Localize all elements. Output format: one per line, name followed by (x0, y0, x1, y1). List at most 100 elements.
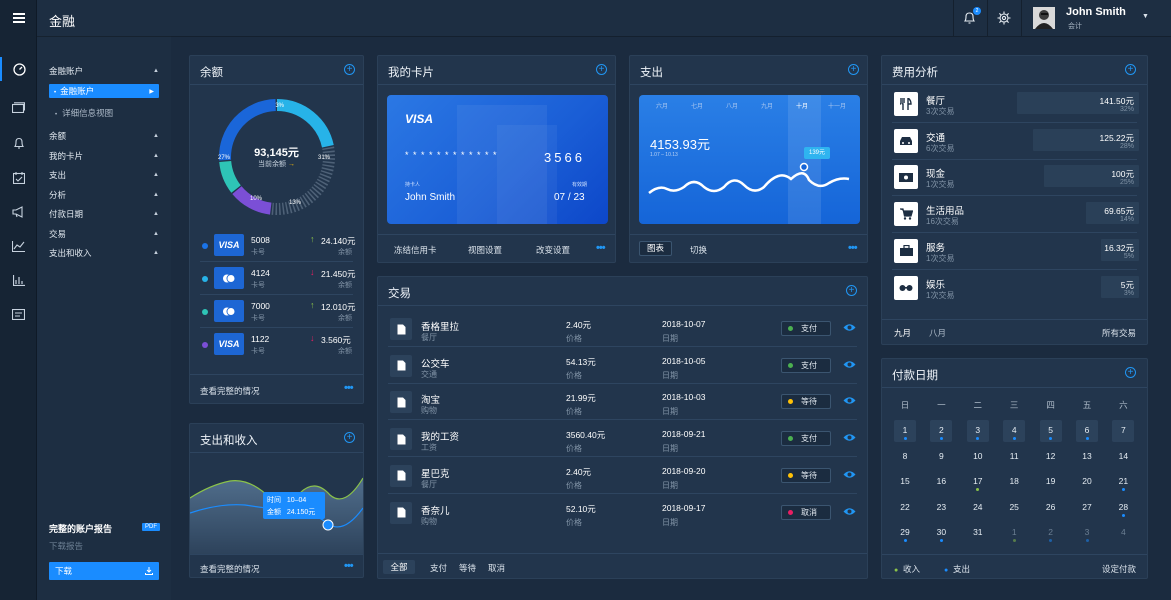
tab-august[interactable]: 八月 (929, 327, 946, 339)
calendar-day[interactable]: 20 (1076, 476, 1098, 486)
status-badge[interactable]: 等待 (781, 467, 831, 483)
income-more-icon[interactable]: ••• (344, 560, 354, 572)
eye-icon[interactable] (843, 507, 856, 518)
bar-chart-icon[interactable] (0, 268, 37, 292)
income-footer-link[interactable]: 查看完整的情况 (200, 563, 260, 575)
calendar-day[interactable]: 24 (967, 502, 989, 512)
set-payment-link[interactable]: 设定付款 (1102, 563, 1136, 575)
sidebar-subitem-accounts[interactable]: • 金融账户 ▶ (49, 84, 159, 98)
calendar-day[interactable]: 18 (1003, 476, 1025, 486)
spending-more-icon[interactable]: ••• (848, 242, 858, 254)
calendar-day[interactable]: 29 (894, 527, 916, 537)
month-label[interactable]: 八月 (717, 101, 747, 110)
balance-add-icon[interactable]: + (344, 64, 355, 75)
calendar-day[interactable]: 9 (930, 451, 952, 461)
calendar-day[interactable]: 6 (1076, 425, 1098, 435)
freeze-card-button[interactable]: 冻结信用卡 (394, 244, 437, 256)
sidebar-item-spending[interactable]: 支出 ▲ (49, 169, 159, 181)
month-label[interactable]: 十一月 (822, 101, 852, 110)
calendar-day[interactable]: 31 (967, 527, 989, 537)
sidebar-item-transactions[interactable]: 交易 ▲ (49, 228, 159, 240)
sidebar-item-payment-dates[interactable]: 付款日期 ▲ (49, 208, 159, 220)
user-menu-chevron-down-icon[interactable]: ▼ (1142, 13, 1149, 20)
calendar-day[interactable]: 23 (930, 502, 952, 512)
calendar-add-icon[interactable]: + (1125, 367, 1136, 378)
calendar-day[interactable]: 3 (1076, 527, 1098, 537)
month-label[interactable]: 七月 (682, 101, 712, 110)
status-badge[interactable]: 等待 (781, 394, 831, 410)
settings-gear-icon[interactable] (997, 11, 1011, 27)
filter-paid[interactable]: 支付 (430, 562, 447, 574)
calendar-day[interactable]: 15 (894, 476, 916, 486)
avatar[interactable] (1033, 7, 1055, 29)
calendar-day[interactable]: 28 (1112, 502, 1134, 512)
balance-footer-link[interactable]: 查看完整的情况 (200, 385, 260, 397)
spending-add-icon[interactable]: + (848, 64, 859, 75)
month-label[interactable]: 十月 (787, 101, 817, 110)
month-label[interactable]: 九月 (752, 101, 782, 110)
calendar-day[interactable]: 1 (894, 425, 916, 435)
calendar-day[interactable]: 1 (1003, 527, 1025, 537)
calendar-day[interactable]: 12 (1040, 451, 1062, 461)
eye-icon[interactable] (843, 323, 856, 334)
calendar-day[interactable]: 16 (930, 476, 952, 486)
calendar-day[interactable]: 2 (930, 425, 952, 435)
sidebar-subitem-details[interactable]: • 详细信息视图 (55, 107, 113, 119)
calendar-day[interactable]: 11 (1003, 451, 1025, 461)
sidebar-item-cards[interactable]: 我的卡片 ▲ (49, 150, 159, 162)
change-settings-button[interactable]: 改变设置 (536, 244, 570, 256)
income-add-icon[interactable]: + (344, 432, 355, 443)
line-chart-icon[interactable] (0, 234, 37, 258)
calendar-day[interactable]: 5 (1040, 425, 1062, 435)
status-badge[interactable]: 取消 (781, 504, 831, 520)
status-badge[interactable]: 支付 (781, 357, 831, 373)
status-badge[interactable]: 支付 (781, 431, 831, 447)
calendar-day[interactable]: 26 (1040, 502, 1062, 512)
tab-chart[interactable]: 图表 (639, 241, 672, 256)
report-icon[interactable] (0, 302, 37, 326)
mycard-add-icon[interactable]: + (596, 64, 607, 75)
eye-icon[interactable] (843, 433, 856, 444)
calendar-day[interactable]: 4 (1112, 527, 1134, 537)
calendar-icon[interactable] (0, 166, 37, 190)
dashboard-icon[interactable] (0, 57, 37, 81)
tab-september[interactable]: 九月 (894, 327, 911, 339)
calendar-day[interactable]: 19 (1040, 476, 1062, 486)
calendar-day[interactable]: 25 (1003, 502, 1025, 512)
eye-icon[interactable] (843, 396, 856, 407)
sidebar-item-analysis[interactable]: 分析 ▲ (49, 189, 159, 201)
download-button[interactable]: 下载 (49, 562, 159, 580)
calendar-day[interactable]: 7 (1112, 425, 1134, 435)
calendar-day[interactable]: 10 (967, 451, 989, 461)
calendar-day[interactable]: 22 (894, 502, 916, 512)
month-label[interactable]: 六月 (647, 101, 677, 110)
calendar-day[interactable]: 13 (1076, 451, 1098, 461)
calendar-day[interactable]: 4 (1003, 425, 1025, 435)
calendar-day[interactable]: 14 (1112, 451, 1134, 461)
filter-pending[interactable]: 等待 (459, 562, 476, 574)
menu-icon[interactable] (0, 6, 37, 30)
filter-all[interactable]: 全部 (383, 560, 415, 574)
filter-cancelled[interactable]: 取消 (488, 562, 505, 574)
transactions-add-icon[interactable]: + (846, 285, 857, 296)
sidebar-item-balance[interactable]: 余额 ▲ (49, 130, 159, 142)
tab-toggle[interactable]: 切换 (690, 244, 707, 256)
eye-icon[interactable] (843, 360, 856, 371)
calendar-day[interactable]: 30 (930, 527, 952, 537)
balance-more-icon[interactable]: ••• (344, 382, 354, 394)
calendar-day[interactable]: 27 (1076, 502, 1098, 512)
sidebar-item-accounts[interactable]: 金融账户 ▲ (49, 65, 159, 77)
calendar-day[interactable]: 3 (967, 425, 989, 435)
calendar-day[interactable]: 21 (1112, 476, 1134, 486)
eye-icon[interactable] (843, 470, 856, 481)
view-settings-button[interactable]: 视图设置 (468, 244, 502, 256)
mycard-more-icon[interactable]: ••• (596, 242, 606, 254)
calendar-day[interactable]: 8 (894, 451, 916, 461)
expense-add-icon[interactable]: + (1125, 64, 1136, 75)
credit-card[interactable]: VISA * * * * * * * * * * * * 3566 持卡人 Jo… (387, 95, 608, 224)
all-transactions-link[interactable]: 所有交易 (1102, 327, 1136, 339)
bell-icon[interactable] (0, 131, 37, 155)
megaphone-icon[interactable] (0, 200, 37, 224)
cards-icon[interactable] (0, 95, 37, 119)
calendar-day[interactable]: 2 (1040, 527, 1062, 537)
